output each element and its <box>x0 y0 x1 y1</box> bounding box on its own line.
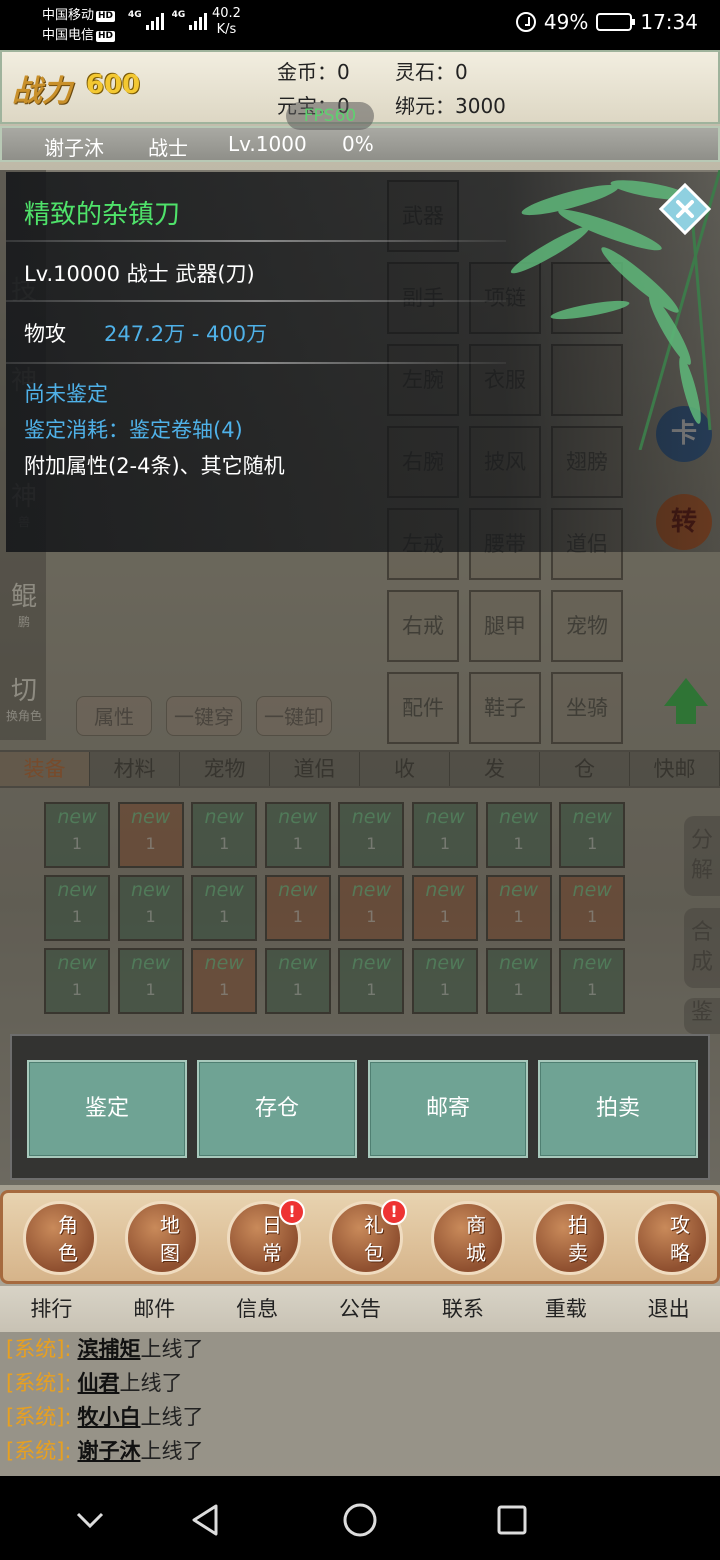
signal-icons: 4G 4G <box>128 10 208 30</box>
extra-attributes: 附加属性(2-4条)、其它随机 <box>24 454 285 478</box>
player-link[interactable]: 牧小白 <box>77 1405 140 1429</box>
carrier-1: 中国移动 <box>42 8 95 23</box>
chat-line: [系统]: 仙君上线了 <box>6 1371 183 1395</box>
nav-character[interactable]: 角色 <box>23 1201 97 1275</box>
item-tooltip: 精致的杂镇刀 Lv.10000 战士 武器(刀) 物攻 247.2万 - 400… <box>6 172 720 552</box>
divider <box>6 362 506 364</box>
nav-auction[interactable]: 拍卖 <box>533 1201 607 1275</box>
nav-ranking[interactable]: 排行 <box>0 1286 103 1332</box>
system-nav-bar <box>0 1476 720 1560</box>
carrier-2: 中国电信 <box>42 28 95 43</box>
alert-badge: ! <box>279 1199 305 1225</box>
nav-reload[interactable]: 重载 <box>514 1286 617 1332</box>
home-icon[interactable] <box>340 1500 380 1540</box>
item-level: Lv.10000 战士 武器(刀) <box>24 262 255 286</box>
player-link[interactable]: 谢子沐 <box>77 1439 140 1463</box>
close-icon[interactable] <box>656 180 714 238</box>
chat-log: [系统]: 滨捕矩上线了 [系统]: 仙君上线了 [系统]: 牧小白上线了 [系统]:… <box>0 1332 720 1476</box>
alert-badge: ! <box>381 1199 407 1225</box>
attack-label: 物攻 <box>24 322 66 346</box>
attack-value: 247.2万 - 400万 <box>104 322 268 346</box>
character-bar: 谢子沐 战士 Lv.1000 0% <box>0 126 720 162</box>
main-nav: 角色 地图 日常 ! 礼包 ! 商城 拍卖 攻略 <box>0 1190 720 1284</box>
gold-count: 金币：0 <box>277 60 350 84</box>
chat-line: [系统]: 滨捕矩上线了 <box>6 1337 204 1361</box>
status-bar: 中国移动 HD 中国电信 HD 4G 4G 40.2 K/s 49% 17:34 <box>0 0 720 50</box>
character-exp: 0% <box>342 132 374 156</box>
status-right: 49% 17:34 <box>515 10 698 34</box>
player-link[interactable]: 仙君 <box>77 1371 119 1395</box>
back-icon[interactable] <box>186 1500 226 1540</box>
nav-daily[interactable]: 日常 ! <box>227 1199 305 1275</box>
battery-icon <box>596 13 636 31</box>
nav-announcement[interactable]: 公告 <box>309 1286 412 1332</box>
battery-percent: 49% <box>543 10 589 34</box>
character-level: Lv.1000 <box>228 132 307 156</box>
divider <box>6 300 506 302</box>
lingshi-count: 灵石：0 <box>395 60 468 84</box>
clock: 17:34 <box>640 10 698 34</box>
hd-badge: HD <box>96 31 116 42</box>
power-label: 战力 <box>12 74 72 109</box>
alarm-icon <box>515 12 536 32</box>
nav-exit[interactable]: 退出 <box>617 1286 720 1332</box>
signal-icon: 4G <box>172 10 208 30</box>
player-link[interactable]: 滨捕矩 <box>77 1337 140 1361</box>
character-name: 谢子沐 <box>44 136 104 160</box>
game-screen: 战力 600 金币：0 灵石：0 元宝：0 绑元：3000 谢子沐 战士 Lv.… <box>0 50 720 1476</box>
bangyuan-count: 绑元：3000 <box>395 94 506 118</box>
appraise-cost: 鉴定消耗：鉴定卷轴(4) <box>24 418 243 442</box>
network-speed: 40.2 K/s <box>212 6 241 37</box>
nav-guide[interactable]: 攻略 <box>635 1201 709 1275</box>
carrier-info: 中国移动 HD 中国电信 HD <box>42 6 116 46</box>
recents-icon[interactable] <box>492 1500 532 1540</box>
store-button[interactable]: 存仓 <box>197 1060 357 1158</box>
chat-line: [系统]: 谢子沐上线了 <box>6 1439 204 1463</box>
fps-counter: FPS60 <box>286 102 374 130</box>
nav-messages[interactable]: 信息 <box>206 1286 309 1332</box>
item-name: 精致的杂镇刀 <box>24 200 181 230</box>
chevron-down-icon[interactable] <box>70 1500 110 1540</box>
mail-button[interactable]: 邮寄 <box>368 1060 528 1158</box>
power-value: 600 <box>86 70 141 100</box>
nav-mail[interactable]: 邮件 <box>103 1286 206 1332</box>
nav-contact[interactable]: 联系 <box>411 1286 514 1332</box>
nav-gift[interactable]: 礼包 ! <box>329 1199 407 1275</box>
divider <box>6 240 506 242</box>
auction-button[interactable]: 拍卖 <box>538 1060 698 1158</box>
sub-nav: 排行 邮件 信息 公告 联系 重载 退出 <box>0 1286 720 1332</box>
item-action-panel: 鉴定 存仓 邮寄 拍卖 <box>10 1034 710 1180</box>
appraise-button[interactable]: 鉴定 <box>27 1060 187 1158</box>
signal-icon: 4G <box>128 10 164 30</box>
character-class: 战士 <box>148 136 188 160</box>
nav-map[interactable]: 地图 <box>125 1201 199 1275</box>
hd-badge: HD <box>96 11 116 22</box>
chat-line: [系统]: 牧小白上线了 <box>6 1405 204 1429</box>
nav-shop[interactable]: 商城 <box>431 1201 505 1275</box>
unidentified-label: 尚未鉴定 <box>24 382 108 406</box>
